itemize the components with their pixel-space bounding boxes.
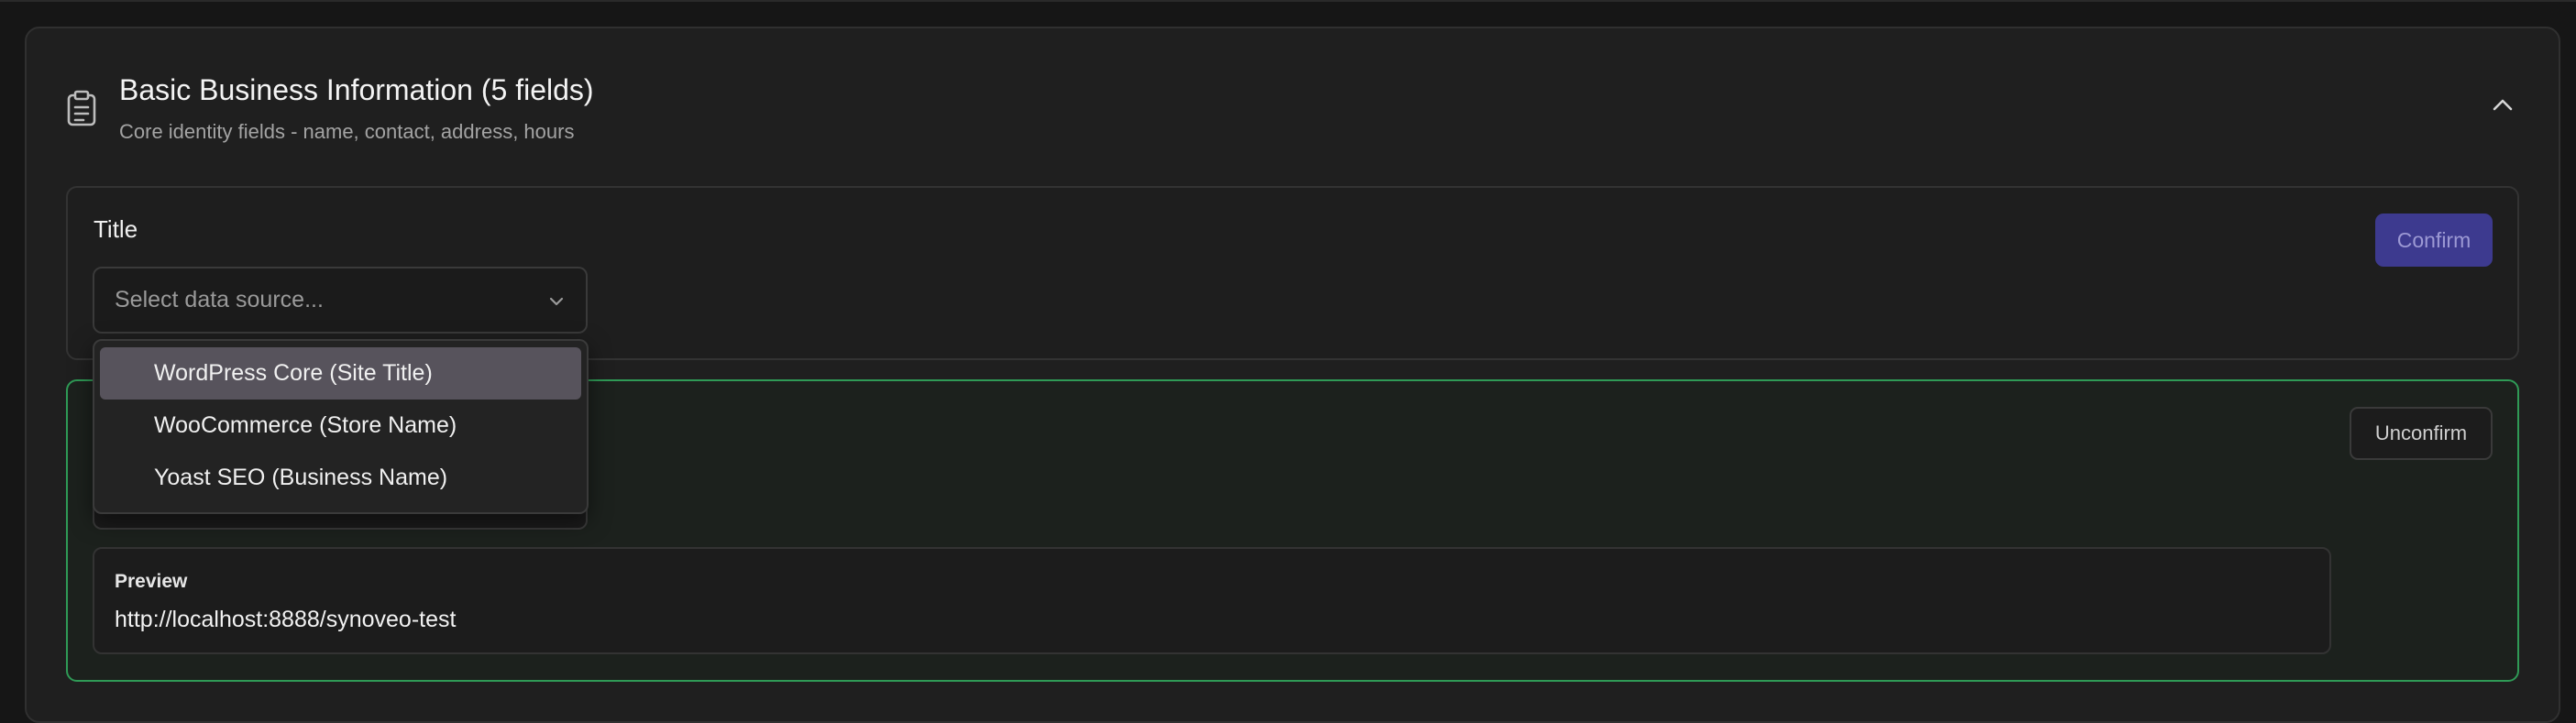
dropdown-option-wordpress-core[interactable]: WordPress Core (Site Title) [100,347,581,400]
chevron-down-icon [547,292,566,311]
collapse-section-button[interactable] [2488,92,2517,121]
top-divider [0,0,2576,2]
confirm-button[interactable]: Confirm [2375,214,2493,267]
dropdown-option-yoast-seo[interactable]: Yoast SEO (Business Name) [100,452,581,504]
field-label-title: Title [94,215,138,243]
preview-box: Preview http://localhost:8888/synoveo-te… [93,547,2331,654]
section-subtitle: Core identity fields - name, contact, ad… [119,120,575,143]
chevron-up-icon [2492,97,2514,116]
unconfirm-button[interactable]: Unconfirm [2350,407,2493,460]
section-title: Basic Business Information (5 fields) [119,73,594,106]
data-source-select[interactable]: Select data source... [93,267,588,334]
preview-label: Preview [115,571,188,592]
preview-value: http://localhost:8888/synoveo-test [115,607,457,632]
data-source-dropdown-menu: WordPress Core (Site Title) WooCommerce … [93,339,589,514]
dropdown-option-woocommerce[interactable]: WooCommerce (Store Name) [100,400,581,452]
select-placeholder: Select data source... [115,287,324,312]
clipboard-icon [66,90,97,126]
